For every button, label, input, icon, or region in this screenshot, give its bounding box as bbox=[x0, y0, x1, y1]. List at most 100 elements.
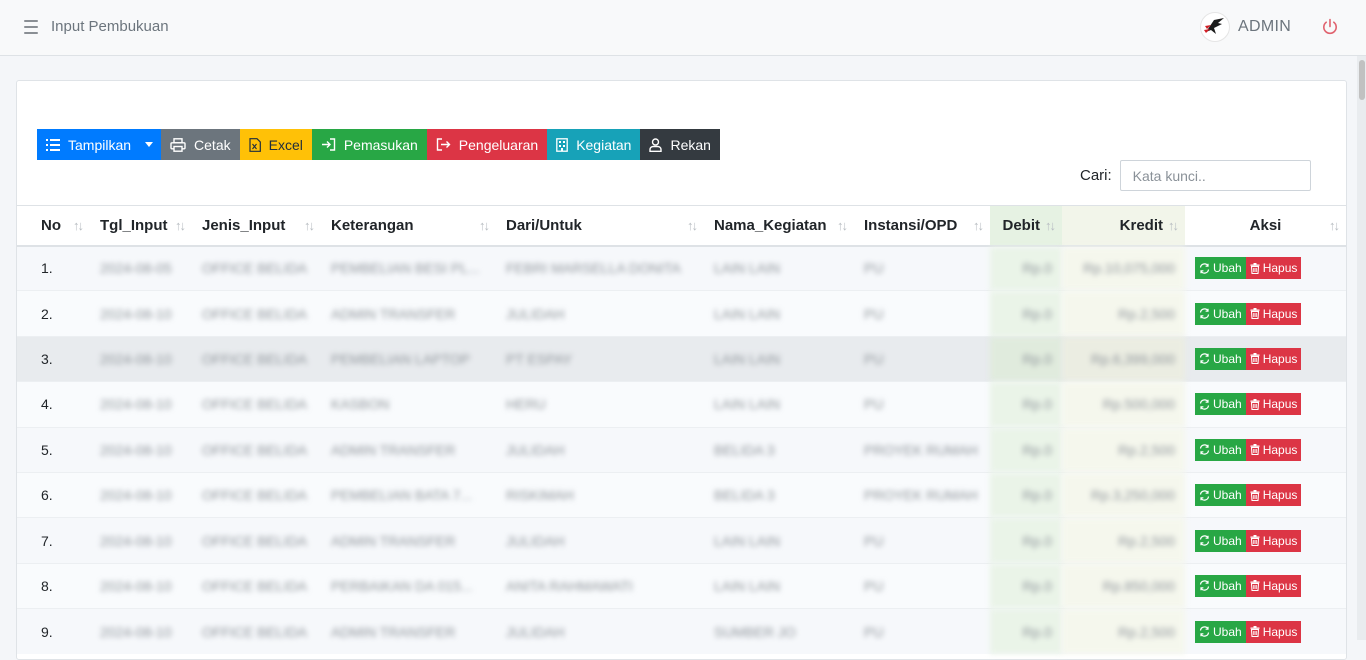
kredit-cell: Rp.850,000 bbox=[1062, 562, 1185, 609]
row-number: 2. bbox=[17, 290, 90, 337]
user-menu[interactable]: ADMIN bbox=[1200, 12, 1291, 42]
ubah-button[interactable]: Ubah bbox=[1195, 257, 1246, 280]
ubah-button[interactable]: Ubah bbox=[1195, 302, 1246, 325]
page-scrollbar[interactable] bbox=[1357, 56, 1366, 640]
ubah-label: Ubah bbox=[1213, 578, 1242, 593]
dari-untuk-cell: JULIDAH bbox=[496, 608, 704, 655]
hapus-button[interactable]: Hapus bbox=[1245, 574, 1302, 597]
table-header: No ↑↓ Tgl_Input ↑↓ Jenis_Input ↑↓ Keterangan ↑↓… bbox=[17, 205, 1346, 247]
sort-icon: ↑↓ bbox=[837, 218, 848, 233]
table-row[interactable]: 1. 2024-08-05 OFFICE BELIDA PEMBELIAN BESI … bbox=[17, 244, 1346, 291]
aksi-cell: Ubah Hapus bbox=[1185, 244, 1346, 291]
table-row[interactable]: 9. 2024-08-10 OFFICE BELIDA ADMIN TRANSFER J… bbox=[17, 608, 1346, 655]
ubah-button[interactable]: Ubah bbox=[1195, 484, 1246, 507]
trash-icon bbox=[1250, 353, 1260, 365]
trash-icon bbox=[1250, 489, 1260, 501]
ubah-button[interactable]: Ubah bbox=[1195, 620, 1246, 643]
column-header-keterangan[interactable]: Keterangan ↑↓ bbox=[321, 205, 496, 247]
column-header-jenis-input[interactable]: Jenis_Input ↑↓ bbox=[192, 205, 321, 247]
aksi-cell: Ubah Hapus bbox=[1185, 381, 1346, 428]
aksi-cell: Ubah Hapus bbox=[1185, 517, 1346, 564]
table-row[interactable]: 2. 2024-08-10 OFFICE BELIDA ADMIN TRANSFER J… bbox=[17, 290, 1346, 337]
hapus-button[interactable]: Hapus bbox=[1245, 393, 1302, 416]
keterangan-cell: PEMBELIAN BATA 7... bbox=[321, 471, 496, 518]
column-header-dari-untuk[interactable]: Dari/Untuk ↑↓ bbox=[496, 205, 704, 247]
sort-icon: ↑↓ bbox=[1329, 218, 1340, 233]
debit-cell: Rp.0 bbox=[990, 471, 1062, 518]
ubah-label: Ubah bbox=[1213, 261, 1242, 276]
debit-cell: Rp.0 bbox=[990, 517, 1062, 564]
dari-untuk-cell: JULIDAH bbox=[496, 517, 704, 564]
table-row[interactable]: 4. 2024-08-10 OFFICE BELIDA KASBON HERU LAIN … bbox=[17, 381, 1346, 428]
pemasukan-button[interactable]: Pemasukan bbox=[311, 129, 427, 160]
table-row[interactable]: 8. 2024-08-10 OFFICE BELIDA PERBAIKAN DA 01… bbox=[17, 562, 1346, 609]
rekan-label: Rekan bbox=[670, 136, 711, 153]
nama-kegiatan-cell: BELIDA 3 bbox=[704, 426, 854, 473]
search-input[interactable] bbox=[1119, 160, 1311, 191]
tgl-input-cell: 2024-08-10 bbox=[90, 608, 192, 655]
hapus-button[interactable]: Hapus bbox=[1245, 484, 1302, 507]
hapus-button[interactable]: Hapus bbox=[1245, 438, 1302, 461]
trash-icon bbox=[1250, 444, 1260, 456]
hapus-button[interactable]: Hapus bbox=[1245, 620, 1302, 643]
column-header-tgl-input[interactable]: Tgl_Input ↑↓ bbox=[90, 205, 192, 247]
ubah-button[interactable]: Ubah bbox=[1195, 393, 1246, 416]
dari-untuk-cell: JULIDAH bbox=[496, 290, 704, 337]
tampilkan-dropdown-button[interactable]: Tampilkan bbox=[37, 129, 162, 160]
table-row[interactable]: 5. 2024-08-10 OFFICE BELIDA ADMIN TRANSFER J… bbox=[17, 426, 1346, 473]
ubah-button[interactable]: Ubah bbox=[1195, 347, 1246, 370]
page-title: Input Pembukuan bbox=[51, 18, 169, 35]
column-header-aksi[interactable]: Aksi ↑↓ bbox=[1185, 205, 1346, 247]
ubah-label: Ubah bbox=[1213, 488, 1242, 503]
aksi-cell: Ubah Hapus bbox=[1185, 426, 1346, 473]
hapus-label: Hapus bbox=[1262, 306, 1298, 321]
menu-toggle-icon[interactable] bbox=[24, 20, 38, 34]
column-header-label: Kredit bbox=[1119, 216, 1163, 234]
cetak-button[interactable]: Cetak bbox=[161, 129, 240, 160]
ubah-button[interactable]: Ubah bbox=[1195, 574, 1246, 597]
table-row[interactable]: 6. 2024-08-10 OFFICE BELIDA PEMBELIAN BATA … bbox=[17, 471, 1346, 518]
hapus-button[interactable]: Hapus bbox=[1245, 347, 1302, 370]
instansi-opd-cell: PROYEK RUMAH bbox=[854, 426, 990, 473]
hapus-button[interactable]: Hapus bbox=[1245, 302, 1302, 325]
rekan-button[interactable]: Rekan bbox=[640, 129, 720, 160]
hapus-button[interactable]: Hapus bbox=[1245, 257, 1302, 280]
table-row[interactable]: 3. 2024-08-10 OFFICE BELIDA PEMBELIAN LAPTO… bbox=[17, 335, 1346, 382]
hapus-label: Hapus bbox=[1262, 397, 1298, 412]
row-number: 7. bbox=[17, 517, 90, 564]
tampilkan-label: Tampilkan bbox=[68, 136, 132, 153]
column-header-debit[interactable]: Debit ↑↓ bbox=[990, 205, 1062, 247]
table-row[interactable]: 7. 2024-08-10 OFFICE BELIDA ADMIN TRANSFER J… bbox=[17, 517, 1346, 564]
sign-in-icon bbox=[321, 138, 336, 151]
user-name: ADMIN bbox=[1238, 18, 1292, 35]
printer-icon bbox=[170, 137, 186, 152]
ubah-label: Ubah bbox=[1213, 306, 1242, 321]
column-header-instansi-opd[interactable]: Instansi/OPD ↑↓ bbox=[854, 205, 990, 247]
page-scrollbar-thumb[interactable] bbox=[1359, 60, 1365, 100]
instansi-opd-cell: PU bbox=[854, 335, 990, 382]
column-header-no[interactable]: No ↑↓ bbox=[17, 205, 90, 247]
ubah-label: Ubah bbox=[1213, 533, 1242, 548]
column-header-label: Instansi/OPD bbox=[864, 216, 958, 234]
ledger-card: Tampilkan Cetak Excel Pemasukan Pengelua… bbox=[16, 80, 1347, 660]
sync-icon bbox=[1199, 580, 1210, 592]
ubah-button[interactable]: Ubah bbox=[1195, 529, 1246, 552]
hapus-label: Hapus bbox=[1262, 533, 1298, 548]
trash-icon bbox=[1250, 535, 1260, 547]
ubah-button[interactable]: Ubah bbox=[1195, 438, 1246, 461]
debit-cell: Rp.0 bbox=[990, 426, 1062, 473]
keterangan-cell: PEMBELIAN BESI PL... bbox=[321, 244, 496, 291]
hapus-label: Hapus bbox=[1262, 442, 1298, 457]
column-header-kredit[interactable]: Kredit ↑↓ bbox=[1062, 205, 1185, 247]
ledger-table-wrapper: No ↑↓ Tgl_Input ↑↓ Jenis_Input ↑↓ Keterangan ↑↓… bbox=[17, 205, 1346, 655]
instansi-opd-cell: PU bbox=[854, 517, 990, 564]
kegiatan-button[interactable]: Kegiatan bbox=[547, 129, 641, 160]
pengeluaran-button[interactable]: Pengeluaran bbox=[426, 129, 548, 160]
column-header-nama-kegiatan[interactable]: Nama_Kegiatan ↑↓ bbox=[704, 205, 854, 247]
sort-icon: ↑↓ bbox=[175, 218, 186, 233]
logout-power-icon[interactable] bbox=[1320, 17, 1340, 37]
excel-button[interactable]: Excel bbox=[239, 129, 312, 160]
hapus-button[interactable]: Hapus bbox=[1245, 529, 1302, 552]
row-number: 3. bbox=[17, 335, 90, 382]
pemasukan-label: Pemasukan bbox=[343, 136, 418, 153]
